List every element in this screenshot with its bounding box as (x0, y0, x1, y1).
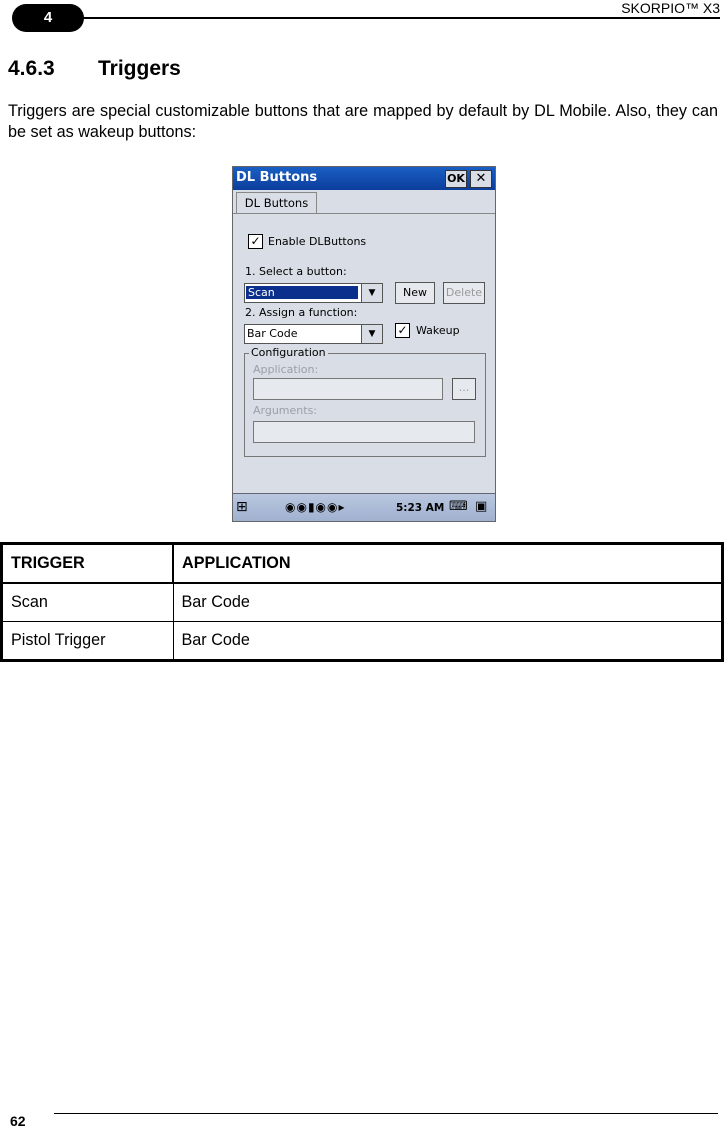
keyboard-icon[interactable]: ⌨ (449, 499, 468, 514)
select-button-combo[interactable]: Scan ▼ (244, 283, 383, 303)
wakeup-checkbox[interactable]: ✓ (395, 323, 410, 338)
assign-function-combo[interactable]: Bar Code ▼ (244, 324, 383, 344)
body-paragraph: Triggers are special customizable button… (8, 102, 718, 141)
wakeup-label: Wakeup (416, 324, 460, 337)
section-number: 4.6.3 (8, 57, 55, 80)
footer-rule (54, 1113, 718, 1114)
cell-application: Bar Code (172, 582, 723, 622)
dropdown-arrow-icon[interactable]: ▼ (361, 284, 382, 302)
select-button-label: 1. Select a button: (245, 265, 347, 278)
start-flag-icon[interactable]: ⊞ (236, 499, 248, 515)
clock[interactable]: 5:23 AM (396, 502, 444, 514)
cell-trigger: Scan (1, 582, 174, 622)
enable-dlbuttons-checkbox[interactable]: ✓ (248, 234, 263, 249)
close-button[interactable]: ✕ (470, 170, 492, 188)
windows-icon[interactable]: ▣ (475, 499, 487, 514)
dropdown-arrow-icon[interactable]: ▼ (361, 325, 382, 343)
chapter-badge: 4 (12, 4, 84, 32)
assign-function-value: Bar Code (247, 327, 298, 340)
page-number: 62 (10, 1113, 26, 1129)
arguments-field[interactable] (253, 421, 475, 443)
application-field[interactable] (253, 378, 443, 400)
header-application: APPLICATION (172, 542, 724, 584)
window-titlebar: DL Buttons OK ✕ (233, 167, 495, 190)
document-title: SKORPIO™ X3 (621, 0, 720, 16)
table-header-row: TRIGGER APPLICATION (0, 542, 724, 584)
tray-icons: ◉◉▮◉◉▸ (285, 500, 346, 514)
trigger-table: TRIGGER APPLICATION Scan Bar Code Pistol… (0, 542, 724, 662)
select-button-value: Scan (246, 286, 358, 299)
header-rule (80, 17, 720, 19)
table-row: Pistol Trigger Bar Code (1, 621, 723, 661)
header-trigger: TRIGGER (0, 542, 174, 584)
section-title: Triggers (98, 57, 181, 80)
browse-button[interactable]: ... (452, 378, 476, 400)
window-title: DL Buttons (236, 170, 318, 185)
arguments-label: Arguments: (253, 404, 318, 417)
application-label: Application: (253, 363, 319, 376)
enable-dlbuttons-label: Enable DLButtons (268, 235, 367, 248)
tab-dl-buttons[interactable]: DL Buttons (236, 192, 317, 214)
ok-button[interactable]: OK (445, 170, 467, 188)
tab-divider (233, 213, 495, 214)
cell-application: Bar Code (172, 621, 723, 661)
taskbar: ⊞ ◉◉▮◉◉▸ 5:23 AM ⌨ ▣ (233, 493, 495, 521)
cell-trigger: Pistol Trigger (1, 621, 174, 661)
new-button[interactable]: New (395, 282, 435, 304)
dl-buttons-screenshot: DL Buttons OK ✕ DL Buttons ✓ Enable DLBu… (232, 166, 496, 522)
configuration-legend: Configuration (249, 346, 328, 359)
assign-function-label: 2. Assign a function: (245, 306, 358, 319)
delete-button[interactable]: Delete (443, 282, 485, 304)
table-row: Scan Bar Code (1, 582, 723, 622)
